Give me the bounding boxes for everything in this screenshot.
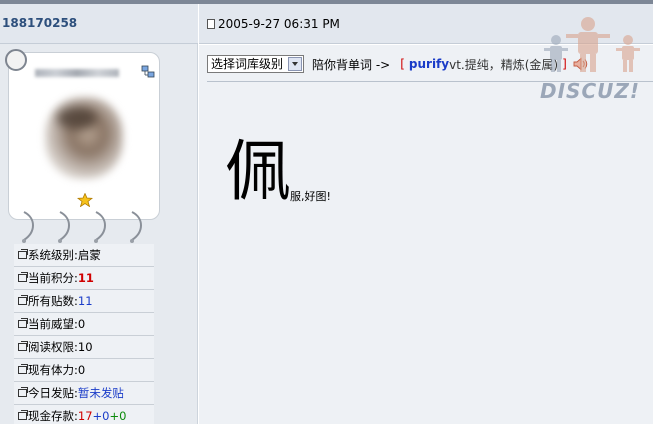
user-header: 188170258: [0, 4, 198, 44]
stat-label: 当前威望:: [28, 317, 78, 331]
post-text: 服,好图!: [290, 190, 331, 203]
level-select-value: 选择词库级别: [211, 57, 284, 71]
stat-value: 0: [77, 317, 86, 331]
stat-value-gain: +0: [109, 409, 127, 423]
stat-row-cash: 现金存款: 17 +0 +0: [14, 405, 154, 424]
avatar-shade: [57, 107, 97, 129]
stat-value: 11: [77, 271, 94, 285]
stat-label: 现有体力:: [28, 363, 78, 377]
stat-icon: [18, 295, 28, 305]
stat-row-read-permission: 阅读权限: 10: [14, 336, 154, 359]
stat-icon: [18, 318, 28, 328]
post-big-char: 佩: [225, 133, 291, 210]
bracket-open: [: [400, 57, 405, 71]
network-icon: [141, 65, 155, 78]
user-stats: 系统级别: 启蒙 当前积分: 11 所有贴数: 11 当前威望: 0 阅读权限:…: [14, 244, 154, 424]
stat-value: 0: [77, 363, 86, 377]
user-sidebar: 188170258 系统级别: 启蒙 当前积分: 11 所有贴数: 11 当前威…: [0, 4, 198, 424]
stat-label: 今日发贴:: [28, 386, 78, 400]
blurred-nickname: [35, 69, 119, 77]
stat-row-today-posts: 今日发贴: 暂未发贴: [14, 382, 154, 405]
stat-icon: [18, 272, 28, 282]
doc-icon: [207, 19, 215, 29]
stat-icon: [18, 249, 28, 259]
post-date: 2005-9-27 06:31 PM: [218, 17, 340, 31]
stat-row-level: 系统级别: 启蒙: [14, 244, 154, 267]
stat-row-prestige: 当前威望: 0: [14, 313, 154, 336]
discuz-logo-text: DISCUZ!: [540, 79, 640, 103]
star-icon: [77, 193, 93, 207]
vocab-word[interactable]: purify: [409, 57, 449, 71]
recite-label: 陪你背单词 ->: [312, 57, 391, 72]
stat-label: 所有贴数:: [28, 294, 78, 308]
stat-row-points: 当前积分: 11: [14, 267, 154, 290]
stat-value[interactable]: 11: [78, 294, 93, 308]
stat-value-deposit: +0: [92, 409, 110, 423]
card-ring-icon: [5, 49, 27, 71]
stat-value: 启蒙: [77, 248, 101, 262]
stat-row-posts: 所有贴数: 11: [14, 290, 154, 313]
stat-label: 当前积分:: [28, 271, 78, 285]
stat-icon: [18, 387, 28, 397]
stat-icon: [18, 341, 28, 351]
binder-rings-icon: [22, 211, 142, 243]
stat-icon: [18, 364, 28, 374]
stat-value: 10: [77, 340, 93, 354]
stat-label: 阅读权限:: [28, 340, 78, 354]
level-select[interactable]: 选择词库级别: [207, 55, 304, 73]
stat-value: 暂未发贴: [77, 386, 124, 400]
profile-card: [5, 49, 160, 220]
stat-row-stamina: 现有体力: 0: [14, 359, 154, 382]
stat-label: 系统级别:: [28, 248, 78, 262]
stat-icon: [18, 410, 28, 420]
chevron-down-icon[interactable]: [288, 57, 302, 71]
stat-value-cash: 17: [77, 409, 93, 423]
username[interactable]: 188170258: [2, 16, 77, 30]
stat-label: 现金存款:: [28, 409, 78, 423]
